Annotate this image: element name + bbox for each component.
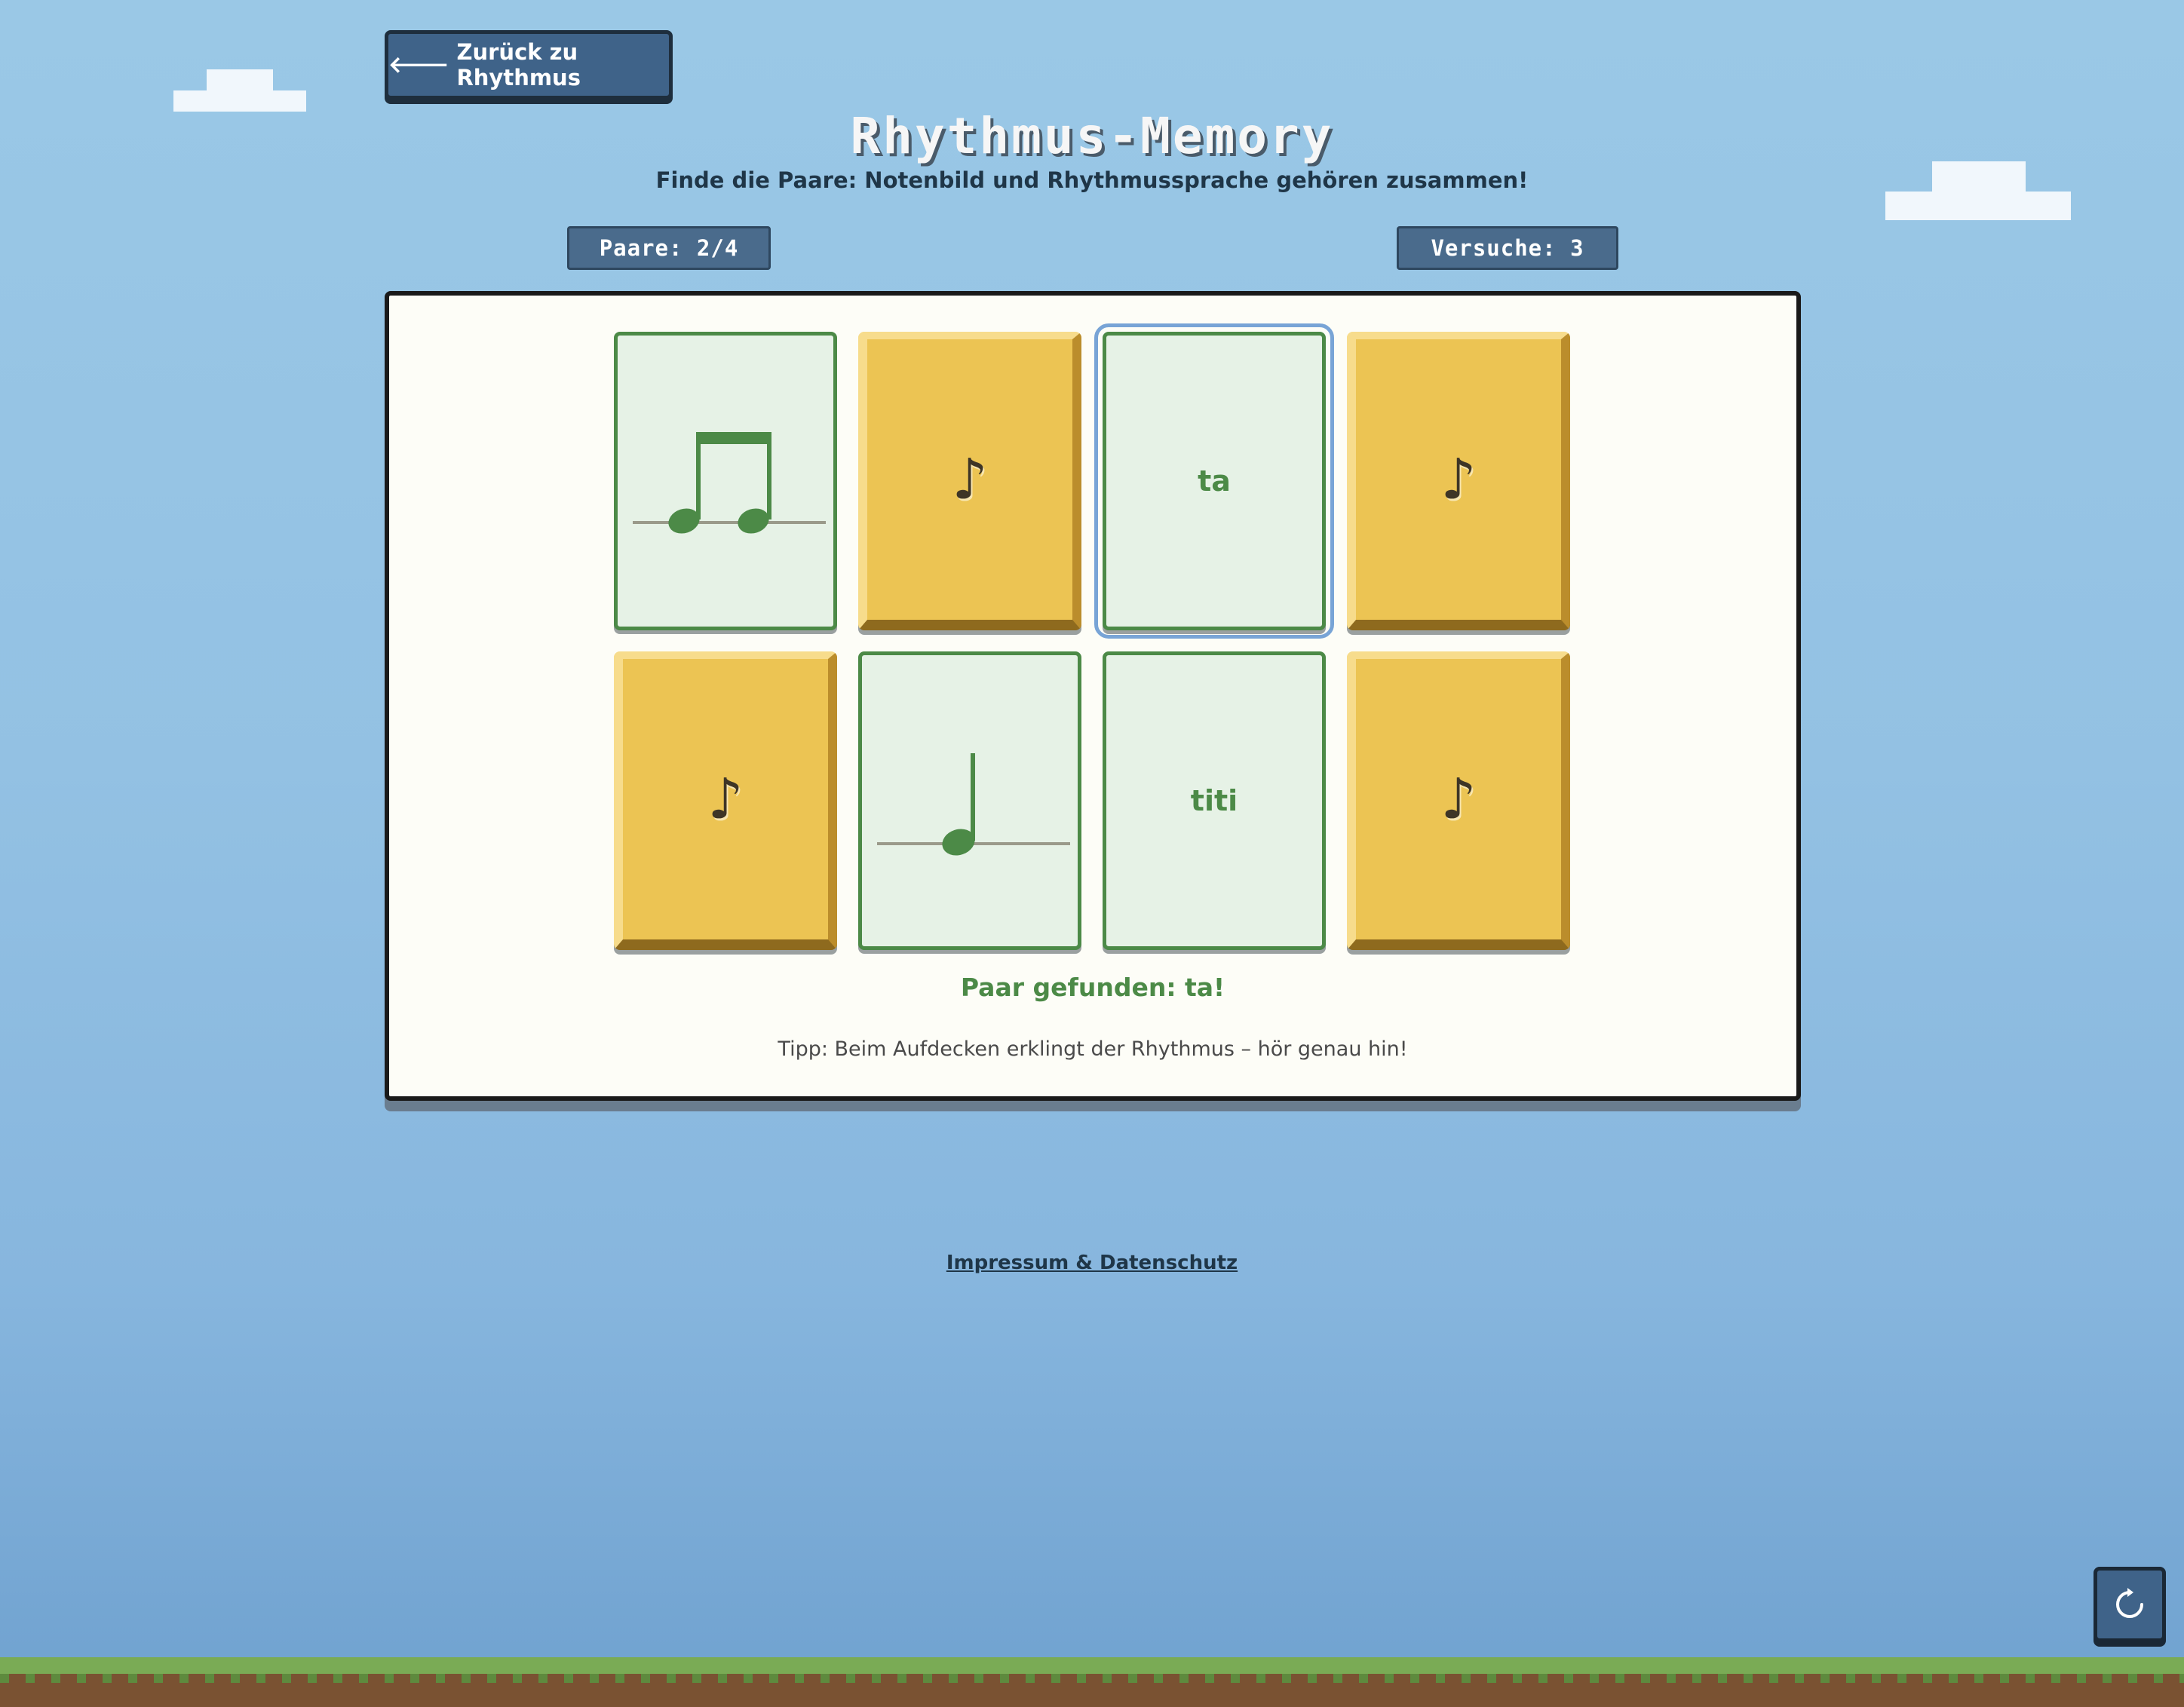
card-word: titi <box>1190 784 1238 817</box>
ground-grass <box>0 1657 2184 1674</box>
memory-board: ♪ ta ♪ ♪ titi ♪ Paar gefunden: ta! Tipp:… <box>385 291 1801 1101</box>
memory-card[interactable]: ♪ <box>1347 651 1570 950</box>
tip-text: Tipp: Beim Aufdecken erklingt der Rhythm… <box>778 1037 1408 1061</box>
quarter-note-icon <box>877 753 1070 856</box>
card-word: ta <box>1198 464 1231 498</box>
memory-card[interactable]: ta <box>1094 323 1334 639</box>
tries-counter: Versuche: 3 <box>1397 226 1618 270</box>
memory-card[interactable]: ♪ <box>614 651 837 950</box>
impressum-link[interactable]: Impressum & Datenschutz <box>946 1252 1238 1274</box>
eighth-notes-icon <box>633 432 826 534</box>
back-button-label: Zurück zu Rhythmus <box>456 39 581 90</box>
music-note-icon: ♪ <box>1440 447 1477 512</box>
footer-legal-link-wrap: Impressum & Datenschutz <box>0 1252 2184 1274</box>
ground-dirt <box>0 1674 2184 1707</box>
restart-icon <box>2116 1588 2143 1618</box>
memory-card[interactable]: titi <box>1103 651 1326 950</box>
music-note-icon: ♪ <box>1440 767 1477 832</box>
memory-card[interactable] <box>858 651 1081 950</box>
page-subtitle: Finde die Paare: Notenbild und Rhythmuss… <box>655 167 1529 193</box>
pairs-counter: Paare: 2/4 <box>567 226 771 270</box>
status-message: Paar gefunden: ta! <box>960 973 1225 1002</box>
restart-button[interactable] <box>2094 1567 2166 1642</box>
memory-card[interactable]: ♪ <box>858 332 1081 630</box>
back-button[interactable]: 🡐 Zurück zu Rhythmus <box>385 30 673 100</box>
music-note-icon: ♪ <box>707 767 744 832</box>
arrow-left-icon: 🡐 <box>388 52 449 78</box>
music-note-icon: ♪ <box>952 447 988 512</box>
page-title: Rhythmus-Memory <box>850 107 1334 165</box>
memory-card[interactable] <box>614 332 837 630</box>
memory-card[interactable]: ♪ <box>1347 332 1570 630</box>
